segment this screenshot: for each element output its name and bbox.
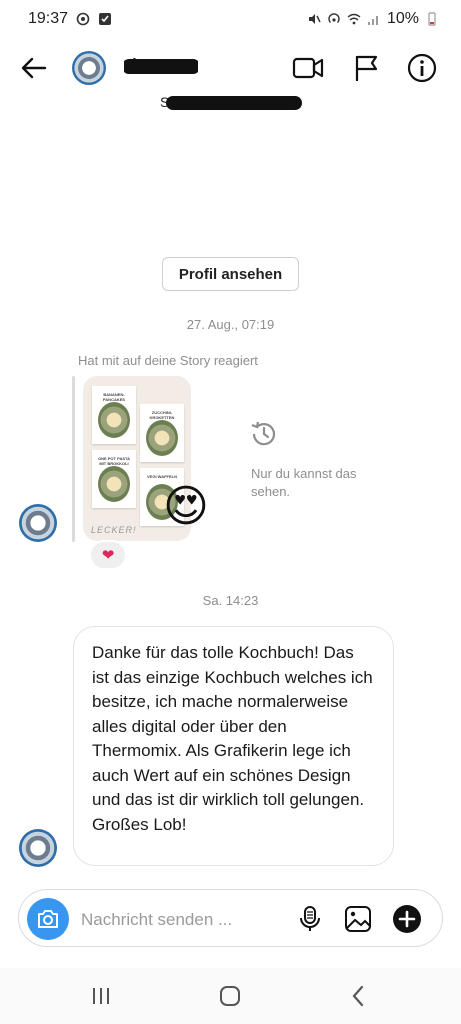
nav-back-icon[interactable]	[346, 983, 372, 1009]
redaction-bar	[166, 96, 302, 110]
checkbox-notification-icon	[99, 13, 112, 25]
signal-icon	[367, 16, 378, 25]
timestamp: Sa. 14:23	[202, 593, 259, 608]
heart-reaction[interactable]: ❤	[89, 540, 127, 570]
heart-icon: ❤	[101, 547, 115, 564]
story-panel-title: VEGI WAFFELN	[147, 474, 177, 479]
timestamp: 27. Aug., 07:19	[186, 317, 275, 332]
contact-fullname: S	[160, 94, 302, 112]
message-composer: Nachricht senden ...	[18, 889, 443, 947]
food-image	[146, 420, 178, 456]
status-bar: 19:37 10%	[0, 0, 461, 38]
food-image	[98, 466, 130, 502]
status-time: 19:37	[28, 10, 69, 27]
report-flag-icon[interactable]	[350, 52, 382, 84]
history-icon	[251, 421, 276, 446]
story-reaction-label: Hat mit auf deine Story reagiert	[78, 353, 258, 368]
contact-username[interactable]: simon23	[124, 56, 198, 78]
contact-avatar[interactable]	[72, 51, 106, 85]
story-panel-title: ZUCCHINI-KROKETTEN	[149, 410, 175, 420]
heart-eyes-emoji: 😍	[163, 482, 209, 531]
food-image	[98, 402, 130, 438]
system-nav-bar	[0, 968, 461, 1024]
back-arrow-icon[interactable]	[18, 52, 50, 84]
video-call-icon[interactable]	[292, 52, 324, 84]
camera-button[interactable]	[27, 898, 69, 940]
chat-header: simon23	[0, 40, 461, 96]
view-profile-button[interactable]: Profil ansehen	[162, 257, 299, 291]
message-input[interactable]: Nachricht senden ...	[81, 910, 232, 930]
info-icon[interactable]	[406, 52, 438, 84]
story-panel-title: BANANEN-PANCAKES	[102, 392, 126, 402]
add-plus-icon[interactable]	[392, 904, 422, 934]
battery-icon	[428, 12, 436, 26]
app-notification-icon	[76, 12, 90, 26]
wifi-icon	[347, 13, 361, 25]
home-icon[interactable]	[217, 983, 243, 1009]
sender-avatar[interactable]	[19, 829, 57, 867]
story-panel: ONE POT PASTA MIT BROKKOLI	[92, 450, 136, 508]
microphone-icon[interactable]	[295, 904, 325, 934]
story-stamp: LECKER!	[91, 525, 137, 535]
story-reply-bar	[72, 376, 75, 542]
story-panel: ZUCCHINI-KROKETTEN	[140, 404, 184, 462]
hotspot-icon	[328, 13, 340, 23]
story-panel-title: ONE POT PASTA MIT BROKKOLI	[97, 456, 131, 466]
camera-icon	[38, 910, 58, 928]
recent-apps-icon[interactable]	[88, 983, 114, 1009]
story-panel: BANANEN-PANCAKES	[92, 386, 136, 444]
sender-avatar[interactable]	[19, 504, 57, 542]
redaction-bar	[124, 59, 198, 74]
gallery-icon[interactable]	[343, 904, 373, 934]
battery-percent: 10%	[386, 10, 419, 27]
message-bubble[interactable]: Danke für das tolle Kochbuch! Das ist da…	[73, 626, 394, 866]
only-you-notice: Nur du kannst das sehen.	[251, 466, 357, 499]
mute-icon	[308, 14, 321, 24]
